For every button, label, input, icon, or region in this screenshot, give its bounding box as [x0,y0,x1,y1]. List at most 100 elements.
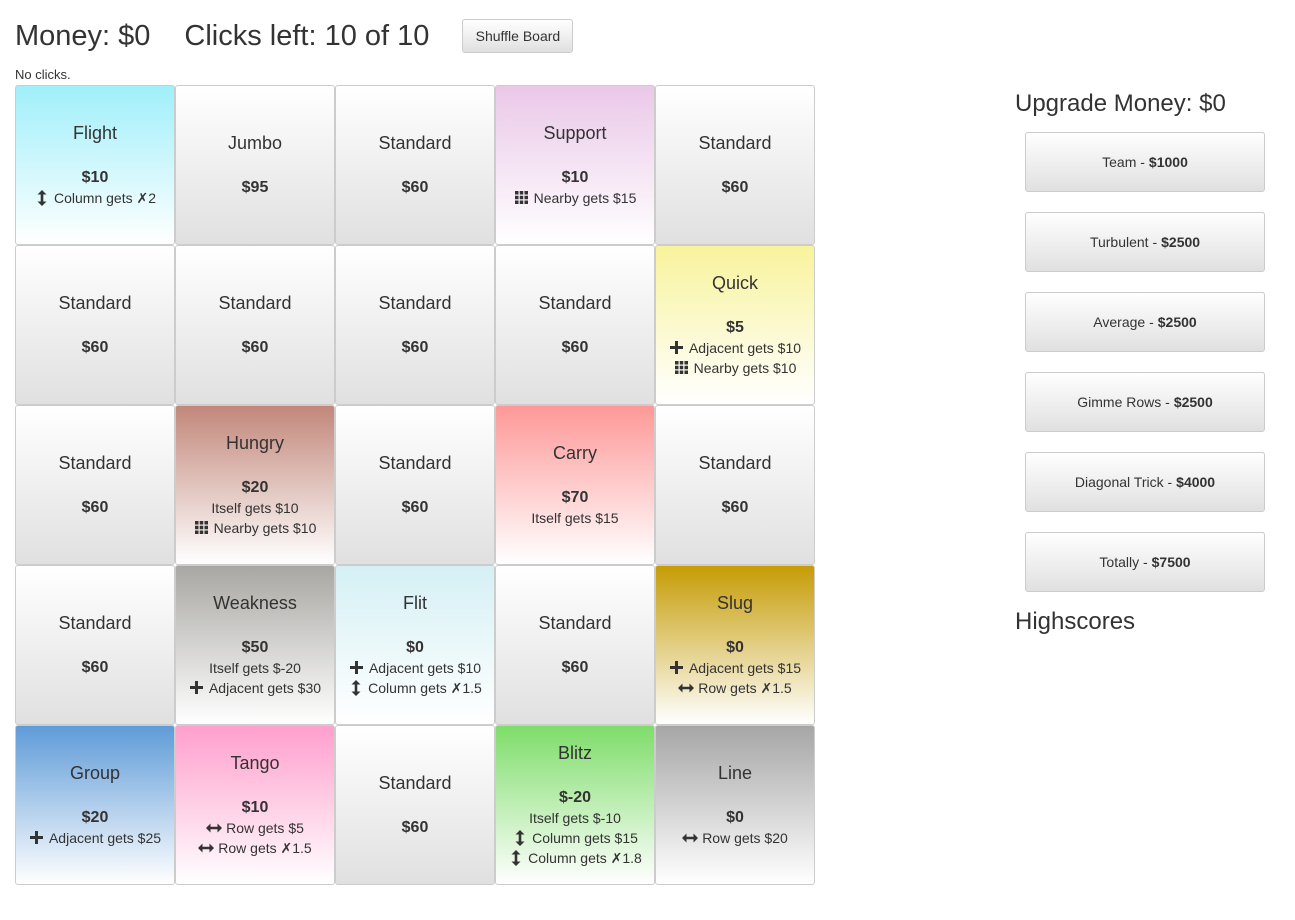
tile-flight[interactable]: Flight $10 Column gets ✗2 [15,85,175,245]
tile-name: Line [717,762,753,783]
tile-effect: Column gets $15 [512,828,638,848]
tile-line[interactable]: Line $0 Row gets $20 [655,725,815,885]
tile-effect-text: Adjacent gets $25 [48,829,162,846]
tile-support[interactable]: Support $10 Nearby gets $15 [495,85,655,245]
game-board: Flight $10 Column gets ✗2 Jumbo $95 Standard $… [15,85,815,885]
tile-effect: Row gets $20 [682,828,788,848]
sidebar: Upgrade Money: $0 Team - $1000 Turbulent -… [1015,90,1275,636]
tile-value: $10 [241,798,269,816]
tile-standard[interactable]: Standard $60 [335,405,495,565]
tile-standard[interactable]: Standard $60 [15,565,175,725]
upgrade-price: $4000 [1176,474,1216,490]
tile-effect-text: Adjacent gets $30 [208,679,322,696]
plus-icon [349,661,365,674]
upgrade-button-average[interactable]: Average - $2500 [1025,292,1265,352]
tile-standard[interactable]: Standard $60 [15,245,175,405]
tile-name: Standard [538,292,612,313]
tile-jumbo[interactable]: Jumbo $95 [175,85,335,245]
upgrade-label: Turbulent - [1089,234,1158,250]
upgrade-button-turbulent[interactable]: Turbulent - $2500 [1025,212,1265,272]
tile-effect-text: Row gets $20 [702,829,788,846]
upgrade-button-diagonal-trick[interactable]: Diagonal Trick - $4000 [1025,452,1265,512]
tile-effect: Column gets ✗1.5 [348,678,482,698]
tile-blitz[interactable]: Blitz $-20 Itself gets $-10 Column gets $15… [495,725,655,885]
tile-standard[interactable]: Standard $60 [335,245,495,405]
upgrade-button-gimme-rows[interactable]: Gimme Rows - $2500 [1025,372,1265,432]
tile-effect-text: Itself gets $-20 [209,659,301,676]
tile-name: Standard [698,132,772,153]
tile-effect: Adjacent gets $30 [189,678,321,698]
tile-group[interactable]: Group $20 Adjacent gets $25 [15,725,175,885]
tile-slug[interactable]: Slug $0 Adjacent gets $15 Row gets ✗1.5 [655,565,815,725]
upgrade-price: $7500 [1151,554,1191,570]
tile-standard[interactable]: Standard $60 [175,245,335,405]
upgrade-label: Totally - [1099,554,1148,570]
tile-name: Standard [378,132,452,153]
tile-value: $20 [241,478,269,496]
shuffle-board-button[interactable]: Shuffle Board [462,19,574,53]
header: Money: $0 Clicks left: 10 of 10 Shuffle … [15,16,574,56]
tile-effect: Nearby gets $10 [194,518,317,538]
tile-flit[interactable]: Flit $0 Adjacent gets $10 Column gets ✗1.5 [335,565,495,725]
tile-effect: Itself gets $-10 [529,808,621,828]
tile-value: $50 [241,638,269,656]
tile-effect: Nearby gets $15 [514,188,636,208]
upgrade-price: $2500 [1157,314,1197,330]
tile-value: $60 [721,178,749,196]
tile-name: Group [69,762,121,783]
tile-name: Standard [218,292,292,313]
upgrade-list: Team - $1000 Turbulent - $2500 Average - $250… [1015,132,1275,592]
horizontal-arrows-icon [678,683,695,693]
upgrade-label: Diagonal Trick - [1074,474,1173,490]
tile-name: Slug [716,592,754,613]
tile-value: $60 [401,498,429,516]
vertical-arrows-icon [512,829,528,846]
tile-effect-text: Nearby gets $10 [213,519,317,536]
tile-name: Tango [230,752,280,773]
tile-value: $-20 [558,788,592,806]
tile-effect: Row gets ✗1.5 [198,838,312,858]
tile-effect: Adjacent gets $10 [349,658,481,678]
tile-standard[interactable]: Standard $60 [335,725,495,885]
tile-tango[interactable]: Tango $10 Row gets $5 Row gets ✗1.5 [175,725,335,885]
upgrade-label: Average - [1093,314,1154,330]
vertical-arrows-icon [348,679,364,696]
tile-name: Flight [72,122,117,143]
tile-effect-text: Adjacent gets $10 [368,659,482,676]
tile-standard[interactable]: Standard $60 [655,405,815,565]
plus-icon [669,661,685,674]
tile-value: $10 [81,168,109,186]
tile-effect-text: Adjacent gets $15 [688,659,802,676]
tile-standard[interactable]: Standard $60 [335,85,495,245]
horizontal-arrows-icon [206,823,223,833]
grid-icon [674,361,690,374]
tile-value: $0 [726,638,744,656]
plus-icon [29,831,45,844]
tile-quick[interactable]: Quick $5 Adjacent gets $10 Nearby gets $10 [655,245,815,405]
upgrade-price: $1000 [1148,154,1188,170]
upgrade-button-team[interactable]: Team - $1000 [1025,132,1265,192]
tile-value: $60 [401,338,429,356]
tile-name: Carry [553,442,597,463]
horizontal-arrows-icon [682,833,699,843]
tile-standard[interactable]: Standard $60 [655,85,815,245]
tile-effect: Adjacent gets $10 [669,338,801,358]
tile-name: Standard [378,452,452,473]
tile-standard[interactable]: Standard $60 [495,565,655,725]
tile-hungry[interactable]: Hungry $20 Itself gets $10 Nearby gets $10 [175,405,335,565]
tile-carry[interactable]: Carry $70 Itself gets $15 [495,405,655,565]
tile-value: $5 [726,318,744,336]
upgrade-price: $2500 [1161,234,1201,250]
highscores-title: Highscores [1015,608,1136,635]
plus-icon [669,341,685,354]
grid-icon [194,521,210,534]
plus-icon [189,681,205,694]
upgrade-button-totally[interactable]: Totally - $7500 [1025,532,1265,592]
upgrade-price: $2500 [1173,394,1213,410]
tile-standard[interactable]: Standard $60 [15,405,175,565]
tile-weakness[interactable]: Weakness $50 Itself gets $-20 Adjacent gets… [175,565,335,725]
tile-standard[interactable]: Standard $60 [495,245,655,405]
tile-effect-text: Itself gets $10 [211,499,299,516]
tile-value: $60 [561,658,589,676]
tile-effect-text: Row gets $5 [226,819,304,836]
